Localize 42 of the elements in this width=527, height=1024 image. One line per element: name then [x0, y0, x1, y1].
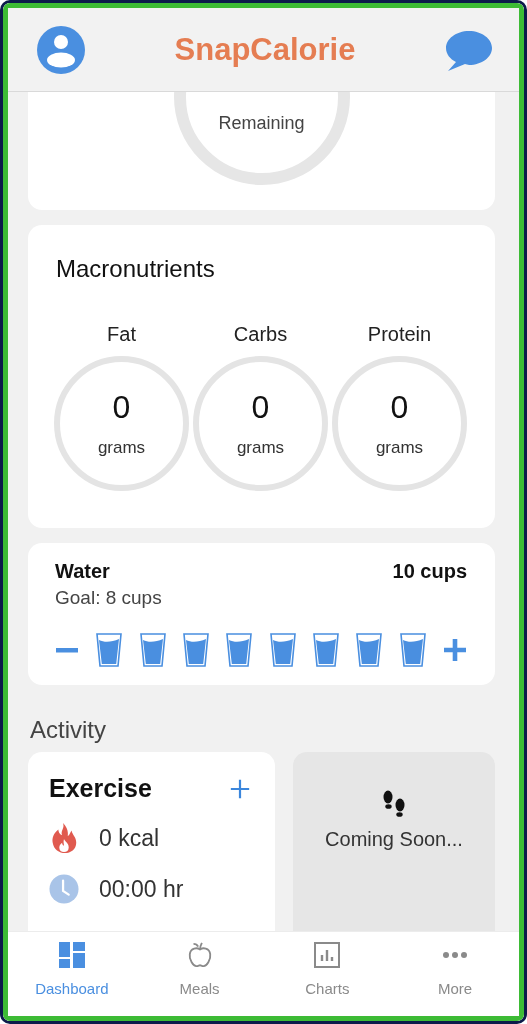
water-glass-icon[interactable]	[139, 633, 166, 667]
water-glass-icon[interactable]	[226, 633, 253, 667]
macro-unit: grams	[375, 438, 424, 458]
macro-label: Carbs	[233, 323, 288, 346]
plus-icon[interactable]	[442, 638, 467, 662]
exercise-value: 0 kcal	[99, 824, 160, 852]
water-title: Water	[55, 560, 110, 583]
add-icon[interactable]	[229, 777, 251, 800]
macro-value: 0	[112, 389, 131, 426]
nav-tab[interactable]: Charts	[263, 932, 392, 1016]
macro-unit: grams	[236, 438, 285, 458]
macro-unit: grams	[97, 438, 146, 458]
water-glass-icon[interactable]	[312, 633, 339, 667]
water-glass-icon[interactable]	[269, 633, 296, 667]
dashboard-icon	[58, 942, 85, 968]
water-glass-icon[interactable]	[356, 633, 383, 667]
remaining-label: Remaining	[217, 113, 306, 134]
coming-soon-label: Coming Soon...	[325, 828, 463, 851]
water-glass-icon[interactable]	[96, 633, 123, 667]
footprints-icon	[381, 790, 407, 820]
profile-icon[interactable]	[37, 25, 85, 74]
exercise-title: Exercise	[49, 774, 152, 803]
apple-icon	[186, 942, 213, 968]
chat-icon[interactable]	[445, 28, 493, 73]
nav-tab[interactable]: Meals	[135, 932, 264, 1016]
water-glass-icon[interactable]	[399, 633, 426, 667]
macro-label: Fat	[107, 323, 136, 346]
app-title: SnapCalorie	[174, 31, 356, 68]
water-total: 10 cups	[392, 560, 467, 583]
exercise-value: 00:00 hr	[99, 875, 184, 903]
macro-value: 0	[390, 389, 409, 426]
macro-value: 0	[251, 389, 270, 426]
nav-tab[interactable]: More	[391, 932, 519, 1016]
chart-icon	[314, 942, 341, 968]
nav-tab[interactable]: Dashboard	[8, 932, 136, 1016]
more-icon	[442, 952, 469, 958]
macro-label: Protein	[367, 323, 432, 346]
water-goal: Goal: 8 cups	[55, 587, 162, 609]
clock-icon	[49, 873, 79, 905]
water-glass-icon[interactable]	[183, 633, 209, 667]
macronutrients-title: Macronutrients	[56, 255, 216, 283]
activity-title: Activity	[30, 716, 107, 744]
